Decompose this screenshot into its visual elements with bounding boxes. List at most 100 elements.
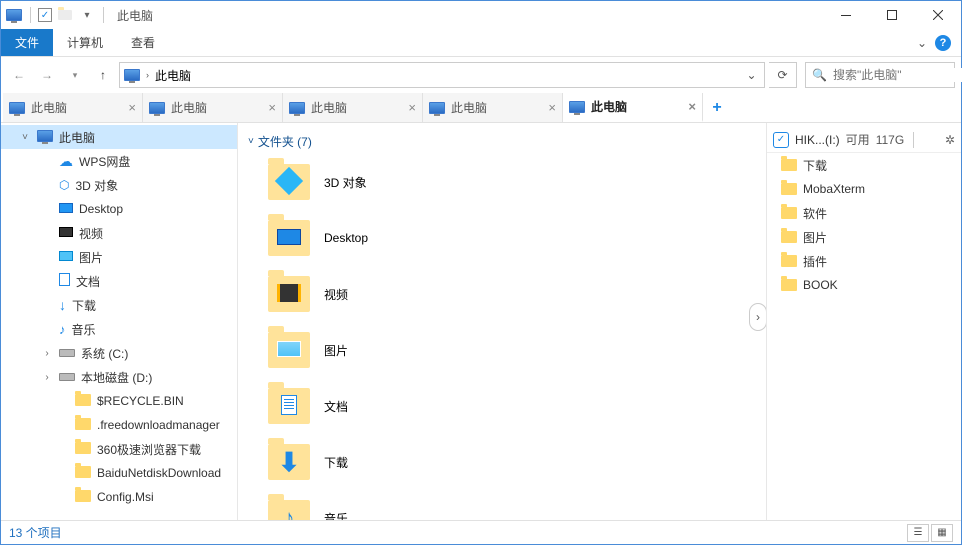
ribbon-expand-icon[interactable]: ⌄ xyxy=(917,36,927,50)
document-tab[interactable]: 此电脑× xyxy=(143,93,283,122)
document-tabs: 此电脑×此电脑×此电脑×此电脑×此电脑×+ xyxy=(1,93,961,123)
nav-item[interactable]: ˅此电脑 xyxy=(1,125,237,149)
main-pane[interactable]: ˅ 文件夹 (7) 3D 对象 Desktop 视频图片文档⬇下载♪音乐 › xyxy=(238,123,766,520)
folder-label: Desktop xyxy=(324,231,368,245)
preview-item[interactable]: 图片 xyxy=(767,225,961,249)
nav-item-icon: ↓ xyxy=(59,297,66,313)
nav-item[interactable]: ♪音乐 xyxy=(1,317,237,341)
nav-item-label: 系统 (C:) xyxy=(81,345,128,362)
nav-item-label: $RECYCLE.BIN xyxy=(97,394,184,408)
nav-item[interactable]: 360极速浏览器下载 xyxy=(1,437,237,461)
folder-icon xyxy=(781,207,797,219)
folder-icon: ♪ xyxy=(268,500,310,520)
folder-item[interactable]: ⬇下载 xyxy=(238,434,766,490)
nav-item-label: Desktop xyxy=(79,202,123,216)
nav-item-icon xyxy=(59,226,73,240)
folder-item[interactable]: 图片 xyxy=(238,322,766,378)
nav-item[interactable]: 文档 xyxy=(1,269,237,293)
back-button[interactable]: ← xyxy=(7,63,31,87)
nav-item-icon xyxy=(37,130,53,145)
search-box[interactable]: 🔍 xyxy=(805,62,955,88)
nav-item[interactable]: ↓下载 xyxy=(1,293,237,317)
nav-item-label: 视频 xyxy=(79,225,103,242)
nav-item-label: 图片 xyxy=(79,249,103,266)
new-tab-button[interactable]: + xyxy=(703,93,731,122)
separator xyxy=(30,7,31,23)
qat-properties-checkbox[interactable]: ✓ xyxy=(38,8,52,22)
recent-locations-dropdown[interactable]: ▾ xyxy=(63,63,87,87)
ribbon-tab-view[interactable]: 查看 xyxy=(117,29,169,56)
folder-icon xyxy=(268,276,310,312)
preview-item[interactable]: BOOK xyxy=(767,273,961,297)
tab-close-icon[interactable]: × xyxy=(688,99,696,114)
preview-item[interactable]: 软件 xyxy=(767,201,961,225)
document-tab[interactable]: 此电脑× xyxy=(563,93,703,122)
gear-icon[interactable]: ✲ xyxy=(945,133,955,147)
document-tab[interactable]: 此电脑 × xyxy=(283,93,423,122)
nav-item[interactable]: $RECYCLE.BIN xyxy=(1,389,237,413)
preview-collapse-handle[interactable]: › xyxy=(749,303,766,331)
section-header-folders[interactable]: ˅ 文件夹 (7) xyxy=(238,129,766,154)
forward-button[interactable]: → xyxy=(35,63,59,87)
icons-view-button[interactable]: ▦ xyxy=(931,524,953,542)
minimize-button[interactable] xyxy=(823,1,869,29)
nav-item-label: 音乐 xyxy=(72,321,96,338)
folder-item[interactable]: 3D 对象 xyxy=(238,154,766,210)
ribbon-tab-computer[interactable]: 计算机 xyxy=(53,29,117,56)
nav-item[interactable]: ⬡3D 对象 xyxy=(1,173,237,197)
tab-close-icon[interactable]: × xyxy=(548,100,556,115)
folder-item[interactable]: 视频 xyxy=(238,266,766,322)
navigation-pane[interactable]: ˅此电脑☁WPS网盘⬡3D 对象 Desktop 视频图片文档↓下载♪音乐 › 系统 (… xyxy=(1,123,238,520)
nav-item-icon xyxy=(59,273,70,289)
tab-close-icon[interactable]: × xyxy=(268,100,276,115)
qat-new-folder-icon[interactable] xyxy=(56,6,74,24)
preview-item[interactable]: MobaXterm xyxy=(767,177,961,201)
collapse-icon[interactable]: ˅ xyxy=(19,132,31,143)
folder-label: 视频 xyxy=(324,286,348,303)
expand-icon[interactable]: › xyxy=(41,372,53,383)
pc-icon xyxy=(9,102,25,114)
nav-item[interactable]: 图片 xyxy=(1,245,237,269)
nav-item-label: BaiduNetdiskDownload xyxy=(97,466,221,480)
up-button[interactable]: ↑ xyxy=(91,63,115,87)
nav-item[interactable]: Desktop xyxy=(1,197,237,221)
close-button[interactable] xyxy=(915,1,961,29)
nav-item[interactable]: Config.Msi xyxy=(1,485,237,509)
tab-label: 此电脑 xyxy=(311,99,347,116)
address-dropdown-icon[interactable]: ⌄ xyxy=(742,63,760,87)
nav-item[interactable]: .freedownloadmanager xyxy=(1,413,237,437)
status-text: 13 个项目 xyxy=(9,524,62,541)
nav-item[interactable]: ☁WPS网盘 xyxy=(1,149,237,173)
preview-free-value: 117G xyxy=(876,133,904,147)
tab-close-icon[interactable]: × xyxy=(128,100,136,115)
nav-item[interactable]: BaiduNetdiskDownload xyxy=(1,461,237,485)
document-tab[interactable]: 此电脑× xyxy=(3,93,143,122)
separator xyxy=(103,7,104,23)
preview-item[interactable]: 下载 xyxy=(767,153,961,177)
nav-item[interactable]: ›本地磁盘 (D:) xyxy=(1,365,237,389)
address-chevron-icon[interactable]: › xyxy=(146,70,149,80)
document-tab[interactable]: 此电脑× xyxy=(423,93,563,122)
search-input[interactable] xyxy=(833,68,962,82)
ribbon-right: ⌄ ? xyxy=(917,29,961,56)
nav-item-label: .freedownloadmanager xyxy=(97,418,220,432)
details-view-button[interactable]: ☰ xyxy=(907,524,929,542)
help-icon[interactable]: ? xyxy=(935,35,951,51)
maximize-button[interactable] xyxy=(869,1,915,29)
nav-item[interactable]: › 系统 (C:) xyxy=(1,341,237,365)
address-bar[interactable]: › 此电脑 ⌄ xyxy=(119,62,765,88)
expand-icon[interactable]: › xyxy=(41,348,53,359)
nav-item-icon: ⬡ xyxy=(59,178,69,192)
qat-dropdown-icon[interactable]: ▾ xyxy=(78,6,96,24)
folder-item[interactable]: 文档 xyxy=(238,378,766,434)
folder-item[interactable]: ♪音乐 xyxy=(238,490,766,520)
quick-access-toolbar: ✓ ▾ xyxy=(1,6,111,24)
ribbon-tab-file[interactable]: 文件 xyxy=(1,29,53,56)
refresh-button[interactable]: ⟳ xyxy=(769,62,797,88)
folder-item[interactable]: Desktop xyxy=(238,210,766,266)
shield-icon[interactable]: ✓ xyxy=(773,132,789,148)
preview-item[interactable]: 插件 xyxy=(767,249,961,273)
tab-close-icon[interactable]: × xyxy=(408,100,416,115)
nav-item[interactable]: 视频 xyxy=(1,221,237,245)
preview-free-label: 可用 xyxy=(846,131,870,148)
